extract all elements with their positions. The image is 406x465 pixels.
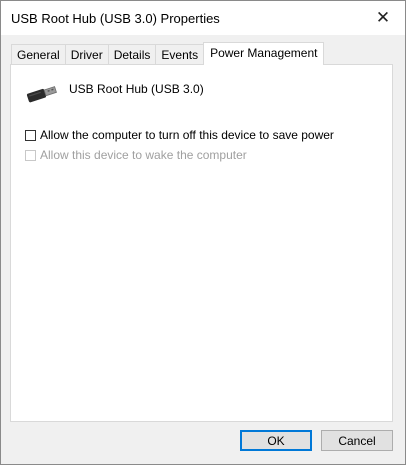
allow-turn-off-checkbox[interactable] — [25, 129, 36, 141]
tab-strip: General Driver Details Events Power Mana… — [11, 42, 325, 65]
device-name: USB Root Hub (USB 3.0) — [69, 82, 204, 96]
close-button[interactable]: ✕ — [361, 1, 405, 35]
ok-button[interactable]: OK — [240, 430, 312, 451]
window-title: USB Root Hub (USB 3.0) Properties — [11, 11, 220, 26]
properties-dialog: USB Root Hub (USB 3.0) Properties ✕ Gene… — [0, 0, 406, 465]
allow-wake-option: Allow this device to wake the computer — [25, 148, 247, 162]
power-management-panel: USB Root Hub (USB 3.0) Allow the compute… — [10, 64, 393, 422]
allow-turn-off-label: Allow the computer to turn off this devi… — [40, 128, 334, 142]
usb-plug-icon — [26, 86, 57, 103]
tab-details[interactable]: Details — [107, 44, 157, 65]
tab-general[interactable]: General — [11, 44, 66, 65]
title-bar: USB Root Hub (USB 3.0) Properties ✕ — [1, 1, 405, 35]
allow-turn-off-option[interactable]: Allow the computer to turn off this devi… — [25, 128, 334, 142]
close-icon: ✕ — [375, 8, 391, 27]
allow-wake-label: Allow this device to wake the computer — [40, 148, 247, 162]
tab-events[interactable]: Events — [155, 44, 205, 65]
tab-driver[interactable]: Driver — [64, 44, 109, 65]
cancel-button[interactable]: Cancel — [321, 430, 393, 451]
allow-wake-checkbox — [25, 149, 36, 161]
tab-power-management[interactable]: Power Management — [203, 42, 325, 65]
